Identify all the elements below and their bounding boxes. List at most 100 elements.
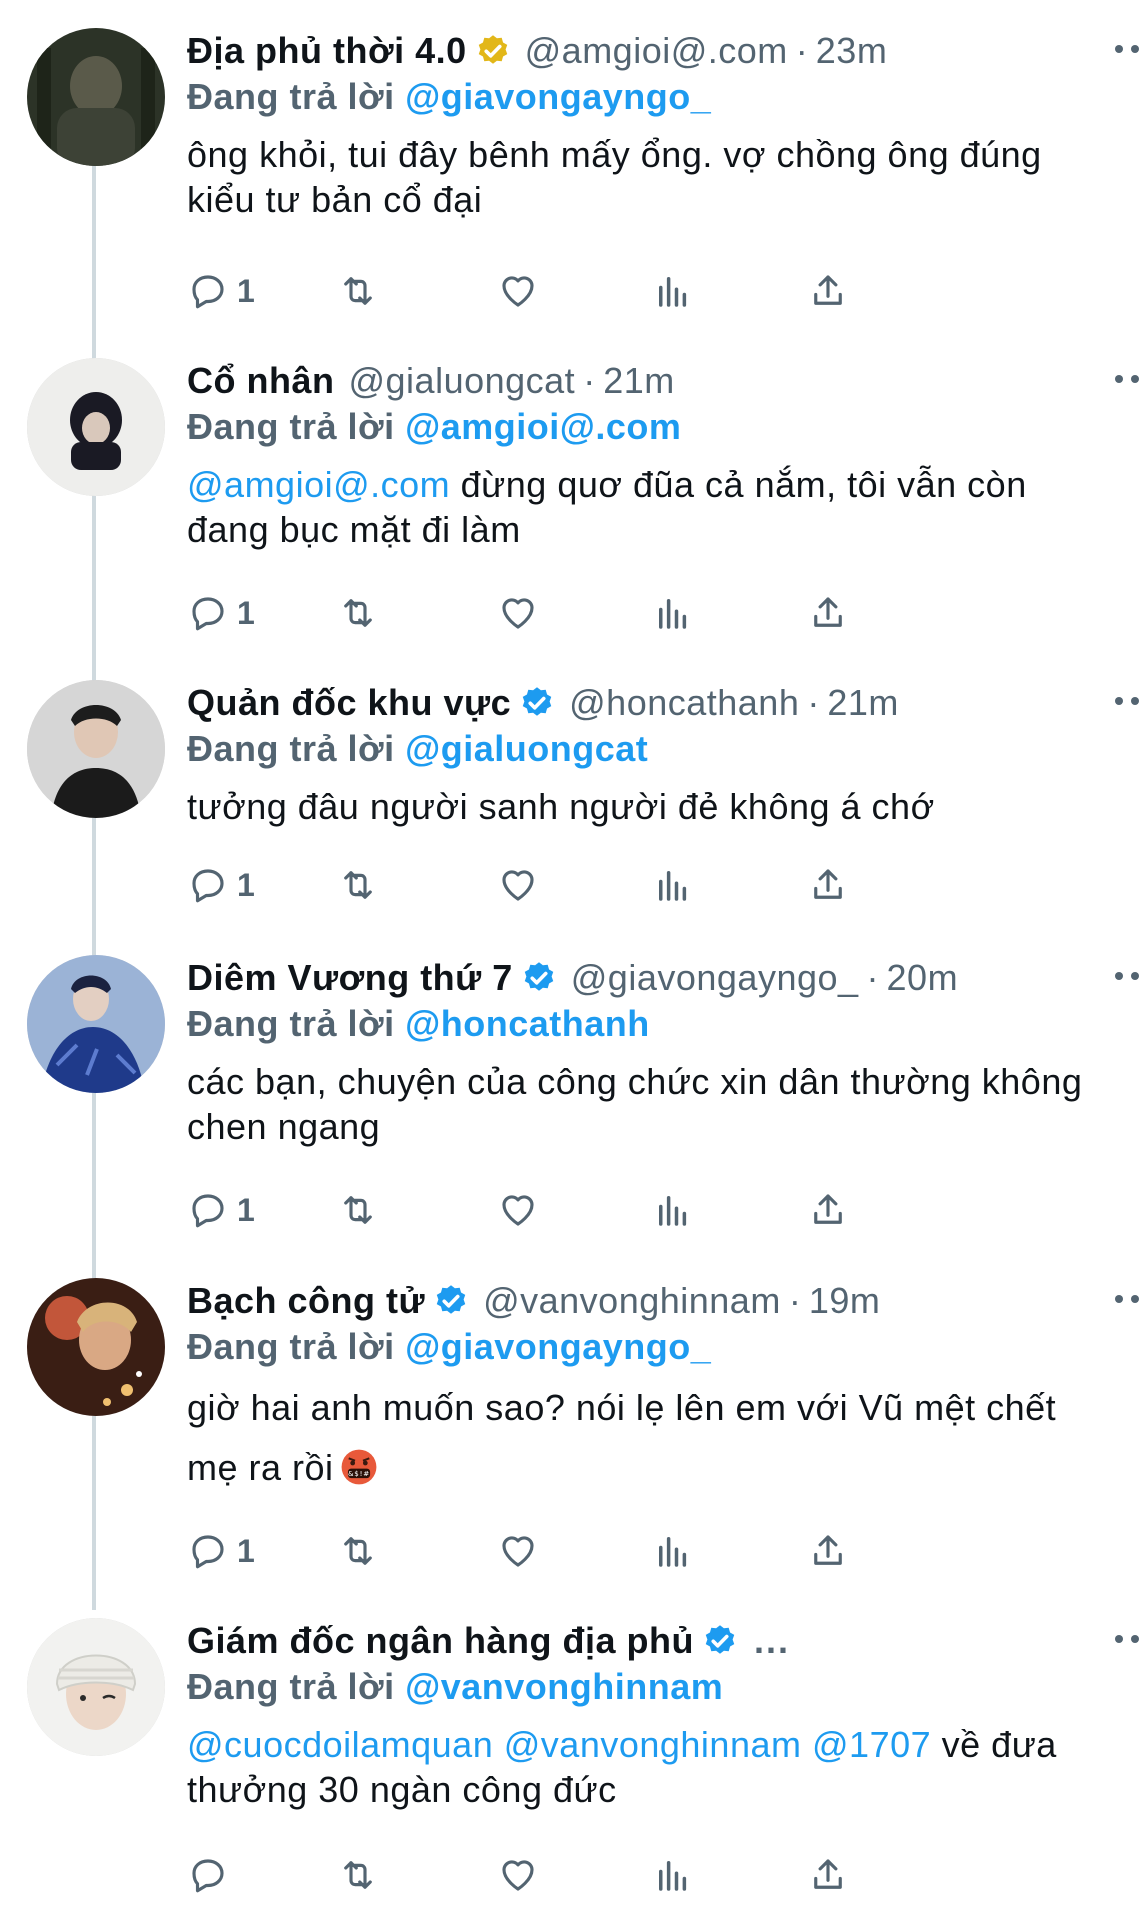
tweet-header: Giám đốc ngân hàng địa phủ ... [187,1618,1107,1664]
tweet-header: Quản đốc khu vực @honcathanh · 21m [187,680,1107,726]
tweet-header: Bạch công tử @vanvonghinnam · 19m [187,1278,1107,1324]
reply-button[interactable]: 1 [187,860,255,910]
reply-button[interactable]: 1 [187,266,255,316]
retweet-button[interactable] [337,266,379,316]
timestamp[interactable]: 21m [827,680,899,726]
reply-button[interactable]: 1 [187,588,255,638]
like-button[interactable] [497,588,539,638]
share-button[interactable] [807,266,849,316]
user-handle[interactable]: @honcathanh [569,680,799,726]
views-button[interactable] [652,1526,694,1576]
reply-to-mention[interactable]: @giavongayngo_ [405,1326,711,1367]
reply-button[interactable] [187,1850,229,1900]
heart-icon [502,1860,534,1891]
avatar[interactable] [27,358,165,496]
views-button[interactable] [652,266,694,316]
like-button[interactable] [497,1526,539,1576]
views-button[interactable] [652,860,694,910]
mention-link[interactable]: @1707 [812,1724,931,1765]
reply-to-mention[interactable]: @gialuongcat [405,728,648,769]
tweet-header: Diêm Vương thứ 7 @giavongayngo_ · 20m [187,955,1107,1001]
replying-to: Đang trả lời @gialuongcat [187,728,649,769]
analytics-icon [659,1196,687,1226]
display-name[interactable]: Giám đốc ngân hàng địa phủ [187,1618,694,1664]
retweet-button[interactable] [337,1850,379,1900]
retweet-button[interactable] [337,588,379,638]
more-options-icon[interactable] [1115,1284,1140,1314]
like-button[interactable] [497,1185,539,1235]
replying-to: Đang trả lời @vanvonghinnam [187,1666,724,1707]
timestamp[interactable]: 21m [603,358,675,404]
views-button[interactable] [652,1850,694,1900]
retweet-icon [344,277,372,305]
heart-icon [502,1195,534,1226]
timestamp[interactable]: 19m [809,1278,881,1324]
avatar[interactable] [27,28,165,166]
mention-link[interactable]: @cuocdoilamquan [187,1724,493,1765]
user-handle[interactable]: @gialuongcat [348,358,575,404]
like-button[interactable] [497,1850,539,1900]
replying-to: Đang trả lời @giavongayngo_ [187,76,712,117]
replying-to: Đang trả lời @giavongayngo_ [187,1326,712,1367]
reply-count: 1 [237,272,255,309]
avatar[interactable] [27,680,165,818]
avatar[interactable] [27,955,165,1093]
like-button[interactable] [497,860,539,910]
mention-link[interactable]: @amgioi@.com [187,464,450,505]
reply-button[interactable]: 1 [187,1526,255,1576]
replying-to: Đang trả lời @honcathanh [187,1003,650,1044]
tweet-text: các bạn, chuyện của công chức xin dân th… [187,1061,1083,1147]
more-options-icon[interactable] [1115,961,1140,991]
display-name[interactable]: Cổ nhân [187,358,334,404]
display-name[interactable]: Bạch công tử [187,1278,425,1324]
more-options-icon[interactable] [1115,364,1140,394]
avatar[interactable] [27,1618,165,1756]
user-handle[interactable]: @amgioi@.com [525,28,788,74]
retweet-icon [344,1861,372,1889]
display-name[interactable]: Quản đốc khu vực [187,680,511,726]
more-options-icon[interactable] [1115,1624,1140,1654]
verified-icon [521,960,557,996]
mention-link[interactable]: @vanvonghinnam [504,1724,802,1765]
avatar[interactable] [27,1278,165,1416]
verified-icon [702,1623,738,1659]
reply-count: 1 [237,1532,255,1569]
views-button[interactable] [652,588,694,638]
display-name[interactable]: Diêm Vương thứ 7 [187,955,513,1001]
reply-to-mention[interactable]: @vanvonghinnam [405,1666,723,1707]
action-bar: 1 [187,266,1107,316]
views-button[interactable] [652,1185,694,1235]
share-button[interactable] [807,588,849,638]
retweet-button[interactable] [337,1185,379,1235]
reply-to-mention[interactable]: @amgioi@.com [405,406,681,447]
reply-button[interactable]: 1 [187,1185,255,1235]
truncated-handle: ... [754,1620,791,1661]
heart-icon [502,870,534,901]
reply-to-mention[interactable]: @honcathanh [405,1003,650,1044]
tweet-text: tưởng đâu người sanh người đẻ không á ch… [187,786,935,827]
display-name[interactable]: Địa phủ thời 4.0 [187,28,467,74]
more-options-icon[interactable] [1115,686,1140,716]
gold-verified-icon [475,33,511,69]
share-button[interactable] [807,860,849,910]
retweet-button[interactable] [337,1526,379,1576]
reply-icon [192,597,224,631]
timestamp[interactable]: 20m [887,955,959,1001]
tweet-header: Cổ nhân @gialuongcat · 21m [187,358,1107,404]
reply-icon [192,275,224,309]
verified-icon [433,1283,469,1319]
like-button[interactable] [497,266,539,316]
retweet-button[interactable] [337,860,379,910]
share-button[interactable] [807,1526,849,1576]
user-handle[interactable]: @giavongayngo_ [571,955,859,1001]
reply-to-mention[interactable]: @giavongayngo_ [405,76,711,117]
tweet-text: ông khỏi, tui đây bênh mấy ổng. vợ chồng… [187,134,1042,220]
share-icon [814,1194,842,1224]
share-button[interactable] [807,1850,849,1900]
more-options-icon[interactable] [1115,34,1140,64]
share-button[interactable] [807,1185,849,1235]
reply-count: 1 [237,1191,255,1228]
reply-icon [192,1859,224,1893]
timestamp[interactable]: 23m [816,28,888,74]
user-handle[interactable]: @vanvonghinnam [483,1278,781,1324]
